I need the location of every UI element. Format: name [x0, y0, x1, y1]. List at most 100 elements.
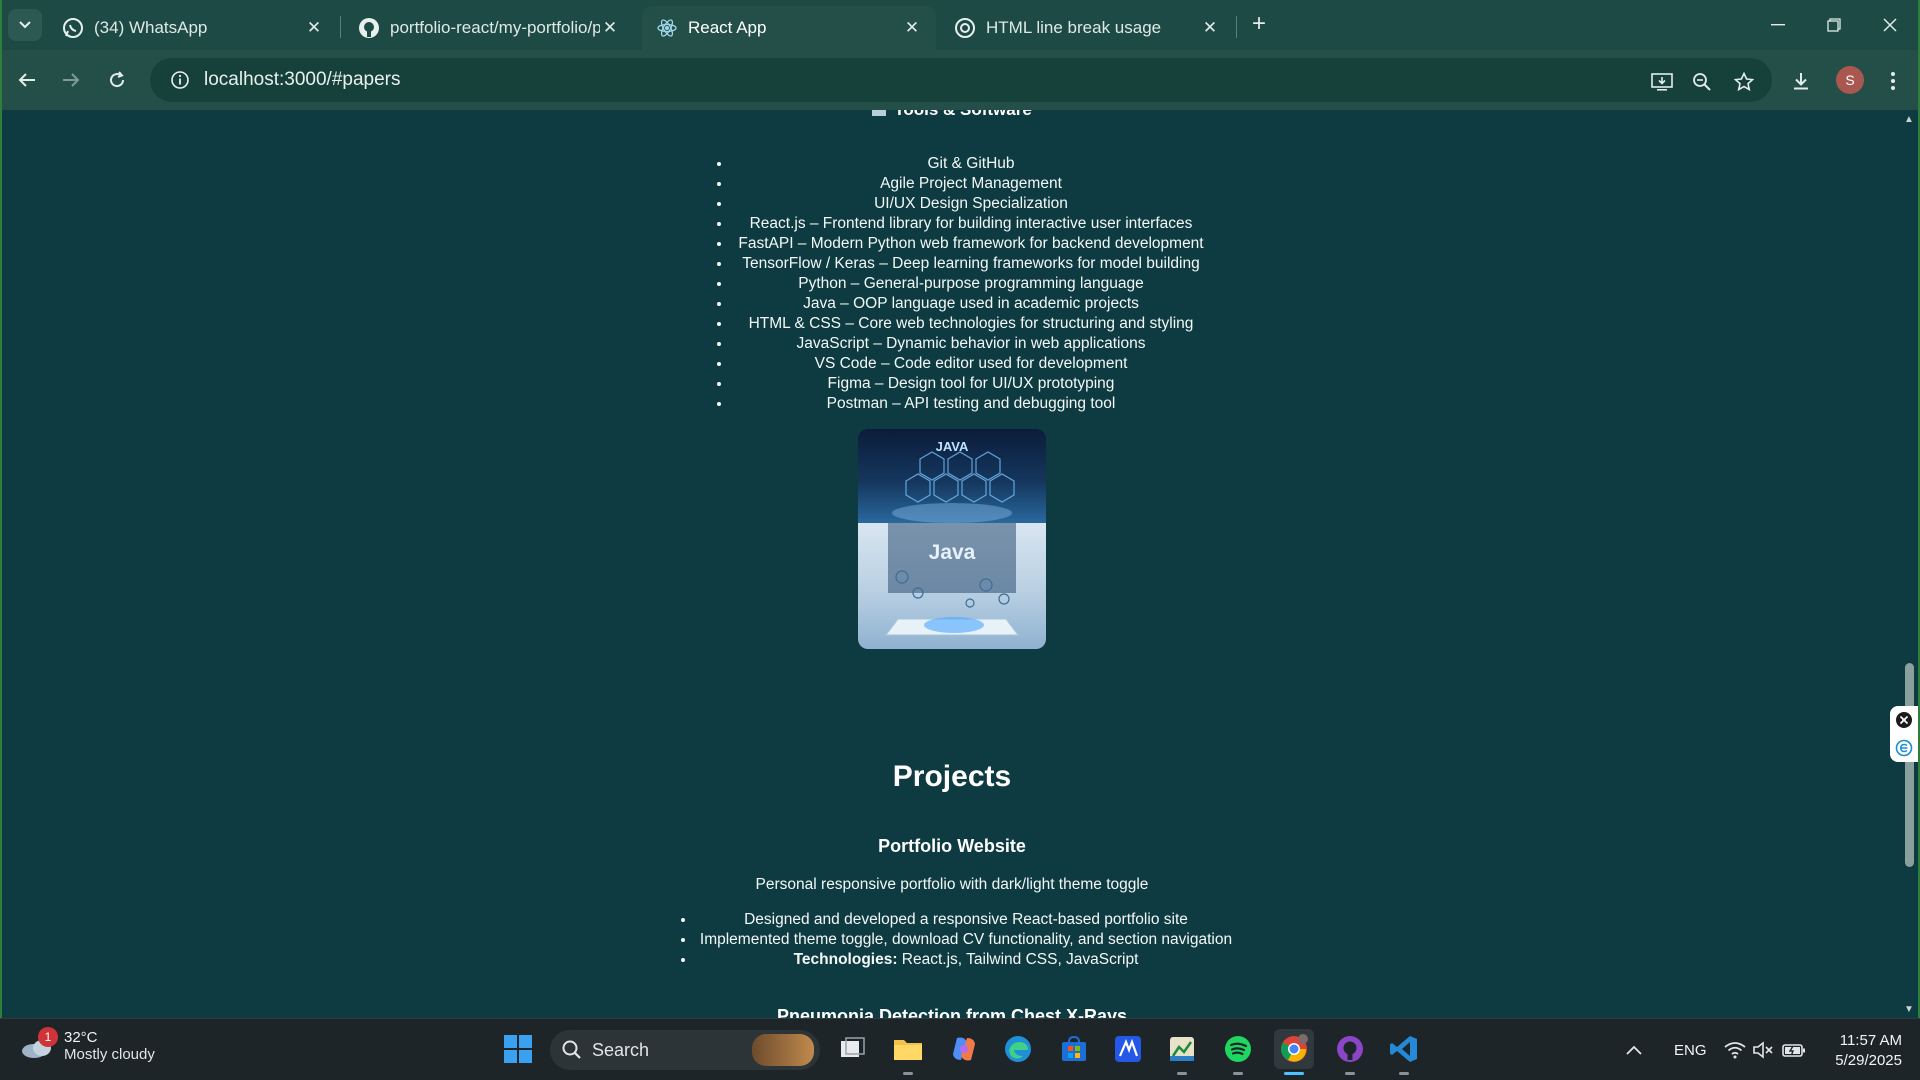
tab-search-button[interactable] [8, 9, 42, 41]
scroll-up-arrow-icon[interactable]: ▲ [1904, 114, 1914, 125]
list-item: Figma – Design tool for UI/UX prototypin… [732, 374, 1210, 394]
project-bullets: Designed and developed a responsive Reac… [696, 910, 1236, 970]
weather-widget[interactable]: 1 32°C Mostly cloudy [20, 1027, 155, 1063]
running-indicator [1233, 1072, 1243, 1075]
battery-status[interactable] [1782, 1019, 1806, 1080]
close-icon[interactable]: ✕ [600, 18, 620, 38]
profile-avatar[interactable]: S [1836, 66, 1864, 94]
vscode-insiders-blue-icon[interactable] [1108, 1029, 1148, 1069]
windows-logo-icon [504, 1035, 532, 1063]
window-border-left [0, 0, 2, 1018]
running-indicator [1177, 1072, 1187, 1075]
close-window-button[interactable] [1870, 10, 1910, 40]
react-icon [656, 17, 678, 39]
list-item: Designed and developed a responsive Reac… [696, 910, 1236, 930]
install-app-icon[interactable] [1648, 68, 1676, 96]
projects-heading: Projects [892, 760, 1012, 793]
github-desktop-icon[interactable] [1330, 1029, 1370, 1075]
task-view-icon[interactable] [832, 1029, 872, 1069]
list-item: HTML & CSS – Core web technologies for s… [732, 314, 1210, 334]
microsoft-store-icon[interactable] [1054, 1029, 1094, 1069]
back-button[interactable] [10, 63, 44, 97]
list-item: UI/UX Design Specialization [732, 194, 1210, 214]
tab-title: (34) WhatsApp [94, 18, 208, 37]
taskbar-search[interactable]: Search [550, 1030, 820, 1070]
running-indicator [1399, 1072, 1409, 1075]
close-icon[interactable]: ✕ [902, 18, 922, 38]
browser-toolbar: localhost:3000/#papers S [0, 50, 1920, 110]
system-tray-overflow[interactable] [1626, 1019, 1642, 1080]
list-item: FastAPI – Modern Python web framework fo… [732, 234, 1210, 254]
forward-button[interactable] [54, 63, 88, 97]
image-caption-top: JAVA [936, 439, 969, 454]
vscode-icon[interactable] [1384, 1029, 1424, 1075]
windows-taskbar: 1 32°C Mostly cloudy Search ENG 11:57 AM… [0, 1018, 1920, 1080]
tab-github[interactable]: portfolio-react/my-portfolio/pu ✕ [344, 6, 634, 50]
tab-whatsapp[interactable]: (34) WhatsApp ✕ [48, 6, 338, 50]
close-icon[interactable]: ✕ [1200, 18, 1220, 38]
running-indicator [1284, 1072, 1304, 1075]
volume-status[interactable] [1752, 1019, 1774, 1080]
tab-title: React App [688, 18, 767, 37]
close-icon[interactable]: ✕ [304, 18, 324, 38]
browser-title-bar: (34) WhatsApp ✕ portfolio-react/my-portf… [0, 0, 1920, 50]
arrow-right-icon [63, 73, 80, 87]
scrollbar-thumb[interactable] [1905, 663, 1914, 867]
copilot-icon[interactable] [944, 1029, 984, 1069]
input-language[interactable]: ENG [1674, 1019, 1707, 1080]
reload-button[interactable] [100, 63, 134, 97]
zoom-icon[interactable] [1688, 68, 1716, 96]
tools-heading: Tools & Software [2, 110, 1902, 120]
page-viewport: Tools & Software Git & GitHub Agile Proj… [2, 110, 1918, 1018]
list-item: JavaScript – Dynamic behavior in web app… [732, 334, 1210, 354]
project-title: Portfolio Website [878, 836, 1026, 856]
search-placeholder: Search [592, 1039, 650, 1060]
tab-title: HTML line break usage [986, 18, 1162, 37]
start-button[interactable] [498, 1029, 538, 1069]
reload-icon [110, 71, 125, 88]
technologies-label: Technologies: [793, 951, 898, 968]
list-item: Implemented theme toggle, download CV fu… [696, 930, 1236, 950]
project-description: Personal responsive portfolio with dark/… [755, 876, 1149, 893]
chevron-down-icon [19, 21, 31, 29]
close-circle-icon[interactable] [1895, 711, 1913, 729]
list-item: React.js – Frontend library for building… [732, 214, 1210, 234]
spreadsheet-app-icon[interactable] [1162, 1029, 1202, 1075]
weather-temp: 32°C [64, 1029, 98, 1046]
url-text[interactable]: localhost:3000/#papers [204, 69, 400, 91]
spotify-icon[interactable] [1218, 1029, 1258, 1075]
list-item-technologies: Technologies: React.js, Tailwind CSS, Ja… [696, 950, 1236, 970]
java-hex-image: JAVA [858, 429, 1046, 525]
github-icon [358, 17, 380, 39]
system-clock[interactable]: 11:57 AM 5/29/2025 [1814, 1031, 1902, 1071]
edge-icon[interactable] [998, 1029, 1038, 1069]
menu-kebab-icon[interactable] [1878, 66, 1908, 96]
chrome-icon[interactable] [1274, 1029, 1314, 1075]
new-tab-button[interactable]: + [1246, 12, 1272, 38]
minimize-button[interactable] [1758, 10, 1798, 40]
weather-condition: Mostly cloudy [64, 1046, 155, 1063]
page-scrollbar[interactable] [1902, 110, 1918, 1018]
search-highlight-image [752, 1034, 814, 1066]
tab-title: portfolio-react/my-portfolio/pu [390, 18, 600, 37]
address-bar[interactable]: localhost:3000/#papers [150, 58, 1772, 102]
next-project-title: Pneumonia Detection from Chest X-Rays [776, 1006, 1128, 1018]
file-explorer-icon[interactable] [888, 1029, 928, 1075]
scroll-down-arrow-icon[interactable]: ▼ [1904, 1004, 1914, 1015]
restore-button[interactable] [1814, 10, 1854, 40]
clock-time: 11:57 AM [1839, 1032, 1902, 1049]
cloudy-weather-icon: 1 [20, 1027, 58, 1061]
arrow-left-icon [18, 73, 35, 87]
tools-list: Git & GitHub Agile Project Management UI… [732, 154, 1210, 414]
tab-separator [1236, 16, 1237, 38]
network-status[interactable] [1724, 1019, 1746, 1080]
extension-e-icon[interactable] [1895, 739, 1913, 757]
list-item: Postman – API testing and debugging tool [732, 394, 1210, 414]
list-item: Python – General-purpose programming lan… [732, 274, 1210, 294]
bookmark-star-icon[interactable] [1730, 68, 1758, 96]
site-info-icon[interactable] [158, 70, 202, 90]
tab-react-app[interactable]: React App ✕ [642, 6, 936, 50]
running-indicator [903, 1072, 913, 1075]
tab-html-line-break[interactable]: HTML line break usage ✕ [940, 6, 1234, 50]
downloads-icon[interactable] [1786, 66, 1816, 96]
